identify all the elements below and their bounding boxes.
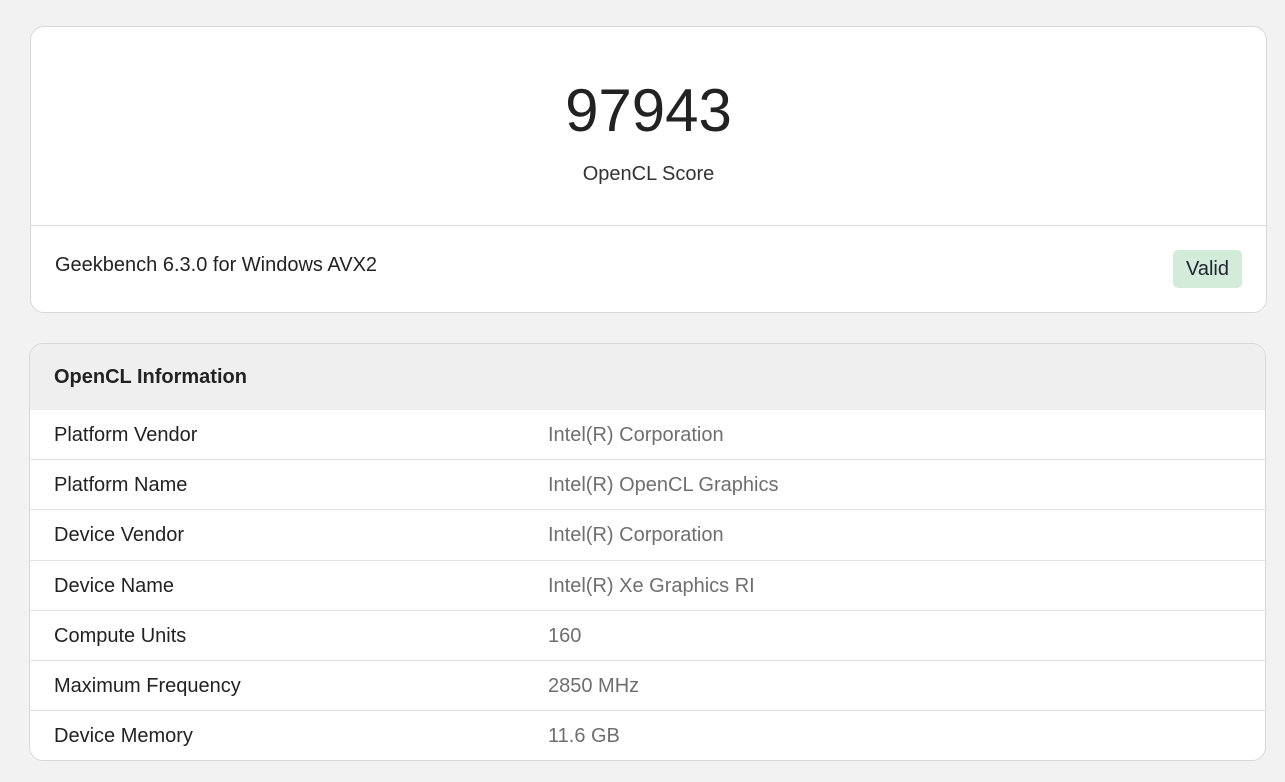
score-label: OpenCL Score (582, 163, 715, 185)
row-label-compute-units: Compute Units (54, 624, 187, 647)
row-value-device-memory: 11.6 GB (548, 725, 620, 748)
info-card-title: OpenCL Information (54, 366, 247, 388)
row-value-platform-vendor: Intel(R) Corporation (548, 424, 724, 446)
row-value-maximum-frequency: 2850 MHz (548, 674, 640, 697)
table-row: Maximum Frequency 2850 MHz (30, 661, 1265, 712)
row-label-device-vendor: Device Vendor (54, 524, 185, 547)
row-label-maximum-frequency: Maximum Frequency (54, 674, 241, 697)
benchmark-version: Geekbench 6.3.0 for Windows AVX2 (55, 254, 378, 276)
row-label-device-memory: Device Memory (54, 725, 193, 748)
table-row: Device Name Intel(R) Xe Graphics RI (30, 561, 1265, 611)
row-label-device-name: Device Name (54, 574, 175, 597)
status-badge: Valid (1173, 250, 1242, 288)
row-value-platform-name: Intel(R) OpenCL Graphics (548, 474, 779, 497)
row-value-device-name: Intel(R) Xe Graphics RI (548, 574, 755, 597)
table-row: Compute Units 160 (30, 611, 1265, 661)
row-label-platform-vendor: Platform Vendor (54, 424, 198, 446)
score-card: 97943 OpenCL Score Geekbench 6.3.0 for W… (30, 26, 1267, 313)
opencl-information-card: OpenCL Information Platform Vendor Intel… (29, 343, 1266, 761)
score-value: 97943 (565, 77, 732, 144)
score-footer: Geekbench 6.3.0 for Windows AVX2 Valid (31, 226, 1266, 312)
info-card-header: OpenCL Information (30, 344, 1265, 410)
row-value-device-vendor: Intel(R) Corporation (548, 524, 724, 547)
table-row: Device Memory 11.6 GB (30, 711, 1265, 760)
table-row: Device Vendor Intel(R) Corporation (30, 510, 1265, 561)
table-row: Platform Vendor Intel(R) Corporation (30, 410, 1265, 461)
row-label-platform-name: Platform Name (54, 474, 188, 497)
score-section: 97943 OpenCL Score (31, 27, 1266, 226)
table-row: Platform Name Intel(R) OpenCL Graphics (30, 460, 1265, 511)
row-value-compute-units: 160 (548, 624, 582, 647)
